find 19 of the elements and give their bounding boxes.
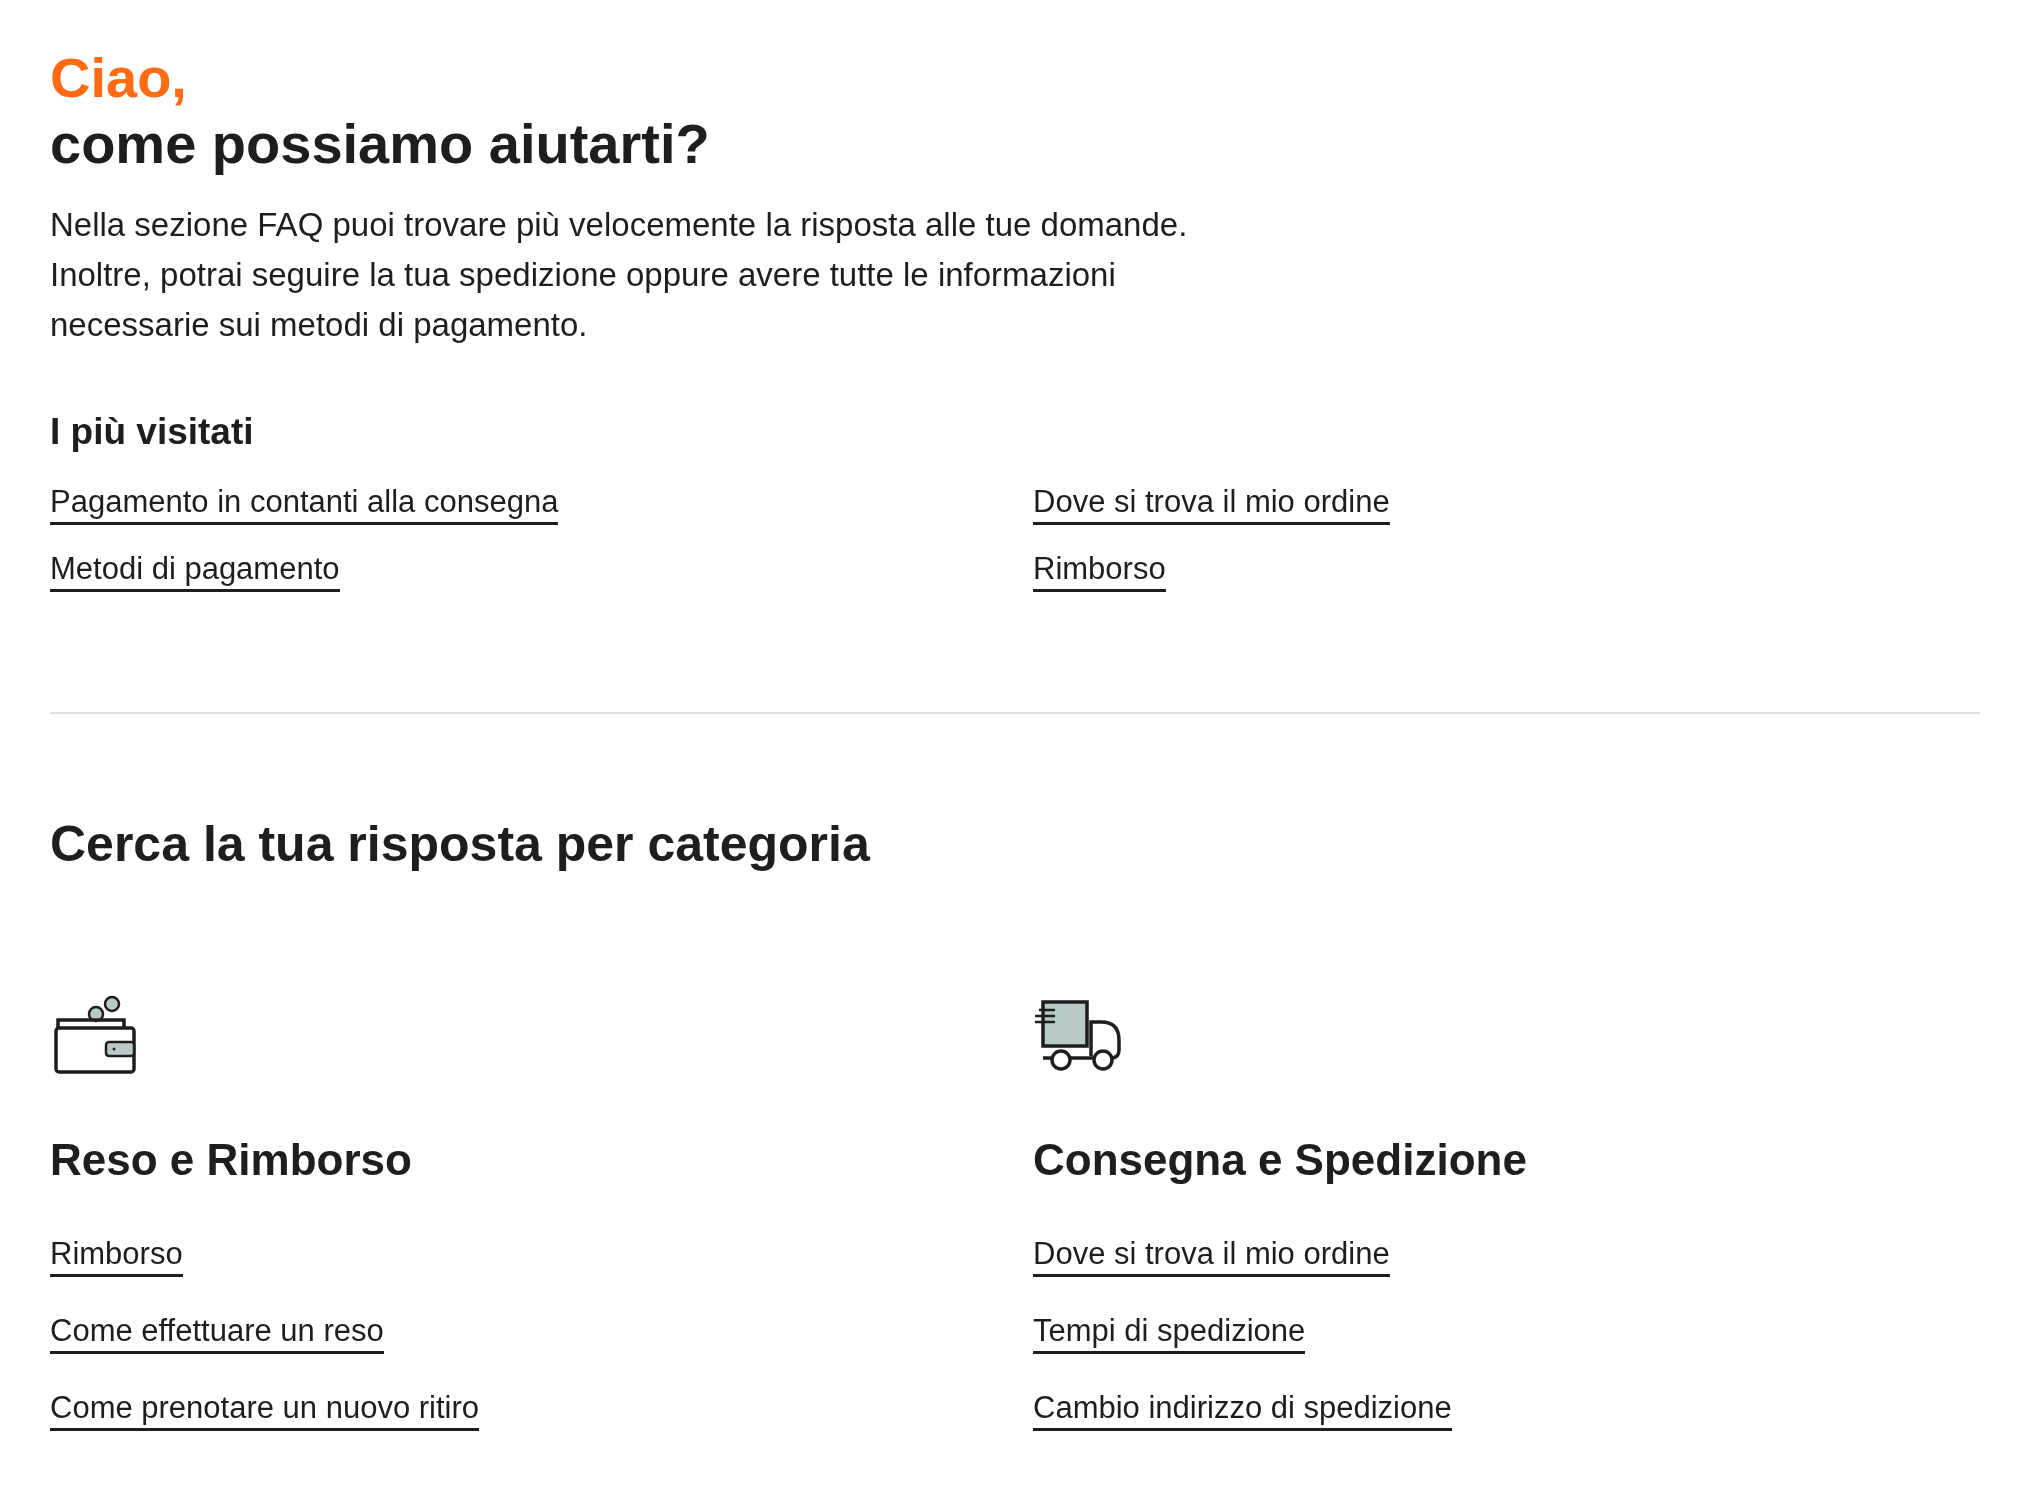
- faq-link[interactable]: Cambio indirizzo di spedizione: [1033, 1388, 1452, 1431]
- faq-link[interactable]: Pagamento in contanti alla consegna: [50, 482, 559, 525]
- faq-link[interactable]: Rimborso: [1033, 549, 1166, 592]
- section-title: Cerca la tua risposta per categoria: [50, 815, 871, 874]
- section-title: I più visitati: [50, 410, 255, 454]
- faq-link[interactable]: Come effettuare un reso: [50, 1311, 384, 1354]
- faq-link[interactable]: Rimborso: [50, 1234, 183, 1277]
- category-title: Reso e Rimborso: [50, 1134, 413, 1186]
- category-title: Consegna e Spedizione: [1033, 1134, 1528, 1186]
- intro-text: Nella sezione FAQ puoi trovare più velocemente la risposta alle tue domande.: [50, 205, 1189, 245]
- faq-link[interactable]: Dove si trova il mio ordine: [1033, 1234, 1390, 1277]
- greeting: Ciao,: [50, 46, 188, 110]
- faq-link[interactable]: Tempi di spedizione: [1033, 1311, 1306, 1354]
- intro-text: Inoltre, potrai seguire la tua spedizione oppure avere tutte le informazioni: [50, 255, 1117, 295]
- intro-text: necessarie sui metodi di pagamento.: [50, 305, 589, 345]
- faq-link[interactable]: Dove si trova il mio ordine: [1033, 482, 1390, 525]
- faq-link[interactable]: Metodi di pagamento: [50, 549, 340, 592]
- faq-link[interactable]: Come prenotare un nuovo ritiro: [50, 1388, 480, 1431]
- page-title: come possiamo aiutarti?: [50, 111, 711, 177]
